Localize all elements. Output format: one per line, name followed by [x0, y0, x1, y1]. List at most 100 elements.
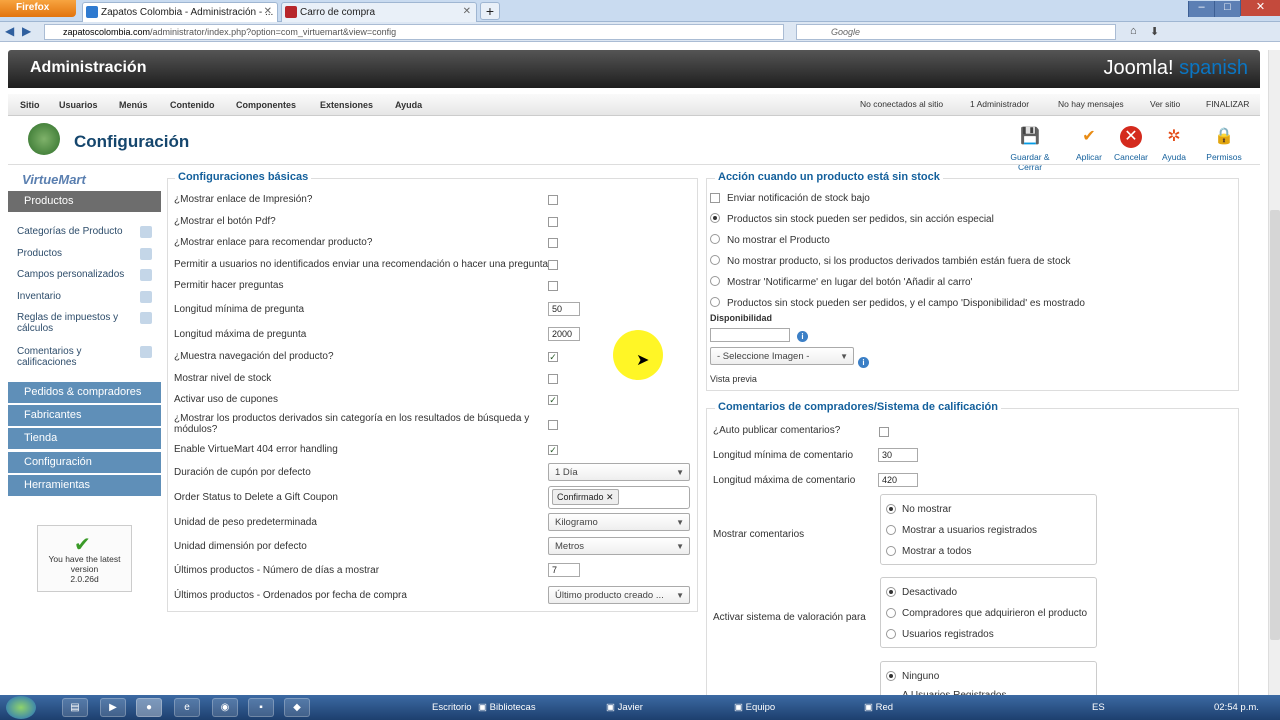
stock-option-radio[interactable] [710, 297, 720, 307]
basic-config-title: Configuraciones básicas [175, 171, 312, 183]
status-messages[interactable]: No hay mensajes [1058, 99, 1124, 109]
sidebar-section-tienda[interactable]: Tienda [8, 428, 161, 449]
max-comment-length-input[interactable]: 420 [878, 473, 918, 487]
start-button[interactable] [6, 696, 36, 719]
latest-days-input[interactable]: 7 [548, 563, 580, 577]
remove-chip-icon[interactable]: ✕ [606, 492, 614, 502]
stock-level-checkbox[interactable] [548, 374, 558, 384]
sidebar-section-configuracion[interactable]: Configuración [8, 452, 161, 473]
stock-option-radio[interactable] [710, 213, 720, 223]
rating-radio[interactable] [886, 587, 896, 597]
recorder-icon[interactable]: ▪ [248, 698, 274, 717]
coupon-duration-select[interactable]: 1 Día ▼ [548, 463, 690, 481]
maximize-icon[interactable]: □ [1214, 1, 1240, 17]
logout-link[interactable]: FINALIZAR [1206, 99, 1249, 109]
version-number: 2.0.26d [70, 574, 99, 584]
clock[interactable]: 02:54 p.m. [1214, 702, 1259, 713]
new-tab-button[interactable]: + [480, 2, 500, 20]
menu-ayuda[interactable]: Ayuda [395, 100, 422, 110]
availability-image-select[interactable]: - Seleccione Imagen - ▼ [710, 347, 854, 365]
sidebar-section-pedidos[interactable]: Pedidos & compradores [8, 382, 161, 403]
menu-usuarios[interactable]: Usuarios [59, 100, 98, 110]
tab-admin[interactable]: Zapatos Colombia - Administración - ... … [82, 2, 278, 22]
error-404-checkbox[interactable]: ✓ [548, 445, 558, 455]
firefox-icon[interactable]: ● [136, 698, 162, 717]
taskbar-computer[interactable]: ▣ Equipo [734, 702, 775, 713]
firefox-menu-button[interactable]: Firefox [0, 0, 76, 17]
view-site-link[interactable]: Ver sitio [1150, 99, 1180, 109]
sidebar-item-inventario[interactable]: Inventario [17, 291, 152, 303]
sidebar-item-campos[interactable]: Campos personalizados [17, 269, 152, 281]
chrome-icon[interactable]: ◉ [212, 698, 238, 717]
availability-input[interactable] [710, 328, 790, 342]
info-icon[interactable]: i [797, 331, 808, 342]
coupons-checkbox[interactable]: ✓ [548, 395, 558, 405]
menu-menus[interactable]: Menús [119, 100, 148, 110]
close-window-icon[interactable]: ✕ [1240, 0, 1280, 16]
show-comments-radio[interactable] [886, 504, 896, 514]
sidebar-section-herramientas[interactable]: Herramientas [8, 475, 161, 496]
minimize-icon[interactable]: – [1188, 1, 1214, 17]
min-comment-length-input[interactable]: 30 [878, 448, 918, 462]
sidebar-item-productos[interactable]: Productos [17, 248, 152, 260]
low-stock-notify-checkbox[interactable] [710, 193, 720, 203]
weight-unit-select[interactable]: Kilogramo ▼ [548, 513, 690, 531]
third-radio[interactable] [886, 671, 896, 681]
tab-cart[interactable]: Carro de compra ✕ [281, 2, 477, 22]
ie-icon[interactable]: e [174, 698, 200, 717]
menu-componentes[interactable]: Componentes [236, 100, 296, 110]
allow-questions-checkbox[interactable] [548, 281, 558, 291]
anon-recommend-checkbox[interactable] [548, 260, 558, 270]
row-label: Mostrar comentarios [713, 529, 805, 540]
menu-sitio[interactable]: Sitio [20, 100, 40, 110]
sidebar-item-reglas[interactable]: Reglas de impuestos y cálculos [17, 312, 152, 334]
status-chip[interactable]: Confirmado ✕ [552, 489, 619, 505]
menu-contenido[interactable]: Contenido [170, 100, 215, 110]
scrollbar-thumb[interactable] [1270, 210, 1280, 640]
uncategorized-products-checkbox[interactable] [548, 420, 558, 430]
taskbar-libraries[interactable]: ▣ Bibliotecas [478, 702, 536, 713]
stock-option-radio[interactable] [710, 276, 720, 286]
url-bar[interactable]: zapatoscolombia.com/administrator/index.… [44, 24, 784, 40]
explorer-icon[interactable]: ▤ [62, 698, 88, 717]
product-nav-checkbox[interactable]: ✓ [548, 352, 558, 362]
taskbar-desktop[interactable]: Escritorio [432, 702, 472, 713]
stock-option-radio[interactable] [710, 234, 720, 244]
logo-joomla: Joomla! [1103, 57, 1174, 79]
permissions-button[interactable]: 🔒 Permisos [1194, 126, 1254, 162]
search-input[interactable]: Google [796, 24, 1116, 40]
stock-option-radio[interactable] [710, 255, 720, 265]
sidebar-item-categorias[interactable]: Categorías de Producto [17, 226, 152, 238]
close-tab-icon[interactable]: ✕ [264, 6, 272, 17]
rating-radio[interactable] [886, 608, 896, 618]
print-link-checkbox[interactable] [548, 195, 558, 205]
rating-radio[interactable] [886, 629, 896, 639]
language-indicator[interactable]: ES [1092, 702, 1105, 713]
show-comments-radio[interactable] [886, 546, 896, 556]
taskbar-network[interactable]: ▣ Red [864, 702, 893, 713]
max-question-length-input[interactable]: 2000 [548, 327, 580, 341]
taskbar-user[interactable]: ▣ Javier [606, 702, 643, 713]
sidebar-section-fabricantes[interactable]: Fabricantes [8, 405, 161, 426]
sidebar-item-comentarios[interactable]: Comentarios y calificaciones [17, 346, 152, 368]
close-tab-icon[interactable]: ✕ [463, 6, 471, 17]
min-question-length-input[interactable]: 50 [548, 302, 580, 316]
sidebar-section-productos[interactable]: Productos [8, 191, 161, 212]
latest-order-select[interactable]: Último producto creado ... ▼ [548, 586, 690, 604]
dimension-unit-select[interactable]: Metros ▼ [548, 537, 690, 555]
recommend-link-checkbox[interactable] [548, 238, 558, 248]
auto-publish-checkbox[interactable] [879, 427, 889, 437]
row-label: Desactivado [902, 587, 958, 598]
pdf-button-checkbox[interactable] [548, 217, 558, 227]
back-icon[interactable]: ◀ [5, 24, 14, 38]
media-player-icon[interactable]: ▶ [100, 698, 126, 717]
page-scrollbar[interactable] [1268, 50, 1280, 695]
forward-icon[interactable]: ▶ [22, 24, 31, 38]
app-icon[interactable]: ◆ [284, 698, 310, 717]
show-comments-radio[interactable] [886, 525, 896, 535]
info-icon[interactable]: i [858, 357, 869, 368]
download-icon[interactable]: ⬇ [1150, 25, 1159, 38]
home-icon[interactable]: ⌂ [1130, 25, 1137, 37]
menu-extensiones[interactable]: Extensiones [320, 100, 373, 110]
save-close-button[interactable]: 💾 Guardar & Cerrar [999, 126, 1061, 172]
